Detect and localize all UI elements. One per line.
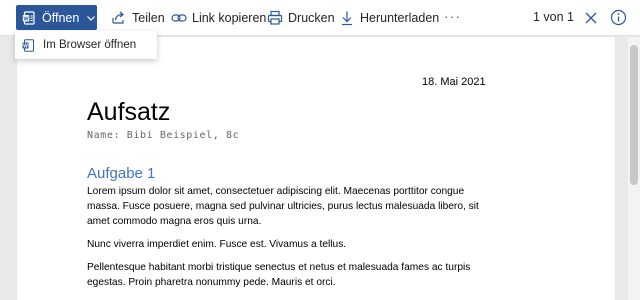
vertical-scrollbar[interactable] [628, 37, 640, 300]
copy-link-label: Link kopieren [192, 11, 267, 25]
more-options-button[interactable]: ··· [444, 8, 461, 24]
page-indicator: 1 von 1 [533, 10, 575, 24]
link-icon [171, 10, 187, 26]
chevron-down-icon [86, 13, 96, 23]
paragraph: Lorem ipsum dolor sit amet, consectetuer… [87, 186, 479, 227]
close-icon[interactable] [583, 10, 599, 26]
paragraph: Nunc viverra imperdiet enim. Fusce est. … [87, 239, 347, 250]
print-button[interactable]: Drucken [267, 9, 335, 27]
print-label: Drucken [288, 11, 335, 25]
download-button[interactable]: Herunterladen [339, 9, 439, 27]
open-button[interactable]: W Öffnen [16, 5, 97, 30]
share-icon [111, 10, 127, 26]
scrollbar-thumb[interactable] [630, 45, 638, 185]
section-heading: Aufgabe 1 [87, 165, 156, 182]
menu-item-open-in-browser[interactable]: W Im Browser öffnen [15, 31, 157, 59]
document-subtitle: Name: Bibi Beispiel, 8c [87, 130, 240, 141]
document-viewer: 18. Mai 2021 Aufsatz Name: Bibi Beispiel… [0, 37, 628, 300]
menu-item-label: Im Browser öffnen [43, 39, 137, 51]
open-dropdown-menu: W Im Browser öffnen [15, 31, 157, 59]
word-doc-icon: W [22, 38, 35, 52]
document-page: 18. Mai 2021 Aufsatz Name: Bibi Beispiel… [17, 37, 615, 300]
svg-text:W: W [23, 16, 29, 22]
document-title: Aufsatz [87, 98, 171, 126]
download-label: Herunterladen [360, 11, 440, 25]
printer-icon [267, 10, 283, 26]
open-button-label: Öffnen [42, 10, 80, 25]
download-icon [339, 10, 355, 26]
share-button[interactable]: Teilen [111, 9, 165, 27]
document-date: 18. Mai 2021 [422, 76, 486, 88]
svg-text:W: W [23, 43, 28, 49]
share-label: Teilen [132, 11, 165, 25]
word-doc-icon: W [22, 10, 36, 25]
copy-link-button[interactable]: Link kopieren [171, 9, 266, 27]
info-icon[interactable] [610, 9, 627, 26]
paragraph: Pellentesque habitant morbi tristique se… [87, 262, 471, 288]
